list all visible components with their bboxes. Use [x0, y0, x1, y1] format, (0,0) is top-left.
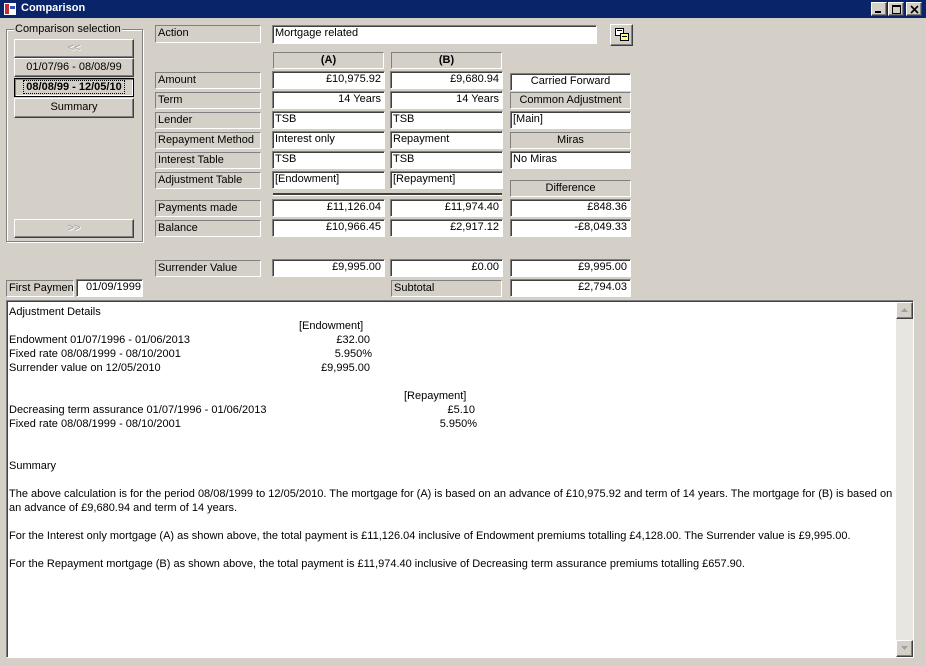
main-field[interactable]: [Main] — [510, 111, 631, 129]
repayment-row-value: £5.10 — [447, 404, 475, 416]
endowment-row-desc: Surrender value on 12/05/2010 — [9, 362, 161, 374]
surrender-value-diff-field[interactable]: £9,995.00 — [510, 259, 631, 277]
maximize-button[interactable] — [888, 2, 904, 16]
balance-label: Balance — [155, 220, 261, 237]
period-2-button[interactable]: 08/08/99 - 12/05/10 — [14, 78, 134, 97]
previous-button[interactable]: << — [14, 39, 134, 58]
adjustment-table-label: Adjustment Table — [155, 172, 261, 189]
repayment-method-b-field[interactable]: Repayment — [390, 131, 503, 149]
title-bar: Comparison — [0, 0, 926, 18]
difference-label: Difference — [510, 180, 631, 197]
common-adjustment-label: Common Adjustment — [510, 92, 631, 109]
repayment-row-desc: Fixed rate 08/08/1999 - 08/10/2001 — [9, 418, 181, 430]
adjustment-table-b-field[interactable]: [Repayment] — [390, 171, 503, 189]
scroll-down-button[interactable] — [896, 640, 913, 657]
scroll-up-button[interactable] — [896, 302, 913, 319]
summary-paragraph: For the Interest only mortgage (A) as sh… — [9, 530, 851, 542]
payments-made-a-field[interactable]: £11,126.04 — [272, 199, 385, 217]
amount-b-field[interactable]: £9,680.94 — [390, 71, 503, 89]
miras-label: Miras — [510, 132, 631, 149]
minimize-icon — [875, 11, 881, 13]
repayment-row-value: 5.950% — [439, 418, 477, 430]
surrender-value-label: Surrender Value — [155, 260, 261, 277]
repayment-method-a-field[interactable]: Interest only — [272, 131, 385, 149]
payments-made-b-field[interactable]: £11,974.40 — [390, 199, 503, 217]
balance-a-field[interactable]: £10,966.45 — [272, 219, 385, 237]
adjustment-details-memo[interactable]: Adjustment Details [Endowment] Endowment… — [6, 300, 914, 658]
summary-paragraph: For the Repayment mortgage (B) as shown … — [9, 558, 745, 570]
balance-b-field[interactable]: £2,917.12 — [390, 219, 503, 237]
payments-made-label: Payments made — [155, 200, 261, 217]
lender-a-field[interactable]: TSB — [272, 111, 385, 129]
miras-field[interactable]: No Miras — [510, 151, 631, 169]
term-b-field[interactable]: 14 Years — [390, 91, 503, 109]
endowment-row-value: 5.950% — [334, 348, 372, 360]
first-payment-label: First Payment — [6, 280, 74, 297]
subtotal-field[interactable]: £2,794.03 — [510, 279, 631, 297]
scroll-up-icon — [901, 308, 908, 312]
close-icon — [910, 5, 919, 14]
surrender-value-a-field[interactable]: £9,995.00 — [272, 259, 385, 277]
compare-icon — [615, 28, 629, 41]
summary-button[interactable]: Summary — [14, 98, 134, 118]
amount-label: Amount — [155, 72, 261, 89]
subtotal-label: Subtotal — [391, 280, 502, 297]
repayment-header: [Repayment] — [404, 390, 467, 402]
interest-table-a-field[interactable]: TSB — [272, 151, 385, 169]
adjustment-table-a-field[interactable]: [Endowment] — [272, 171, 385, 189]
endowment-row-value: £9,995.00 — [321, 362, 370, 374]
carried-forward-field[interactable]: Carried Forward — [510, 73, 631, 91]
endowment-row-value: £32.00 — [336, 334, 370, 346]
memo-scrollbar[interactable] — [896, 302, 913, 657]
comparison-selection-label: Comparison selection — [14, 23, 122, 35]
lender-b-field[interactable]: TSB — [390, 111, 503, 129]
first-payment-field[interactable]: 01/09/1999 — [76, 279, 143, 297]
minimize-button[interactable] — [871, 2, 887, 16]
action-field[interactable]: Mortgage related — [272, 25, 597, 44]
amount-a-field[interactable]: £10,975.92 — [272, 71, 385, 89]
column-b-header: (B) — [391, 52, 502, 69]
endowment-row-desc: Fixed rate 08/08/1999 - 08/10/2001 — [9, 348, 181, 360]
separator — [273, 193, 502, 196]
surrender-value-b-field[interactable]: £0.00 — [390, 259, 503, 277]
interest-table-b-field[interactable]: TSB — [390, 151, 503, 169]
maximize-icon — [892, 5, 901, 14]
compare-button[interactable] — [610, 24, 633, 46]
summary-heading: Summary — [9, 460, 57, 472]
details-heading: Adjustment Details — [9, 306, 101, 318]
endowment-row-desc: Endowment 01/07/1996 - 01/06/2013 — [9, 334, 191, 346]
repayment-method-label: Repayment Method — [155, 132, 261, 149]
action-label: Action — [155, 25, 261, 43]
repayment-row-desc: Decreasing term assurance 01/07/1996 - 0… — [9, 404, 267, 416]
term-a-field[interactable]: 14 Years — [272, 91, 385, 109]
window-title: Comparison — [21, 2, 86, 14]
balance-diff-field[interactable]: -£8,049.33 — [510, 219, 631, 237]
scroll-down-icon — [901, 646, 908, 650]
term-label: Term — [155, 92, 261, 109]
summary-paragraph: The above calculation is for the period … — [9, 488, 893, 514]
column-a-header: (A) — [273, 52, 384, 69]
interest-table-label: Interest Table — [155, 152, 261, 169]
app-icon — [4, 3, 16, 15]
lender-label: Lender — [155, 112, 261, 129]
close-button[interactable] — [906, 2, 922, 16]
payments-made-diff-field[interactable]: £848.36 — [510, 199, 631, 217]
period-1-button[interactable]: 01/07/96 - 08/08/99 — [14, 58, 134, 77]
next-button[interactable]: >> — [14, 219, 134, 238]
endowment-header: [Endowment] — [299, 320, 364, 332]
